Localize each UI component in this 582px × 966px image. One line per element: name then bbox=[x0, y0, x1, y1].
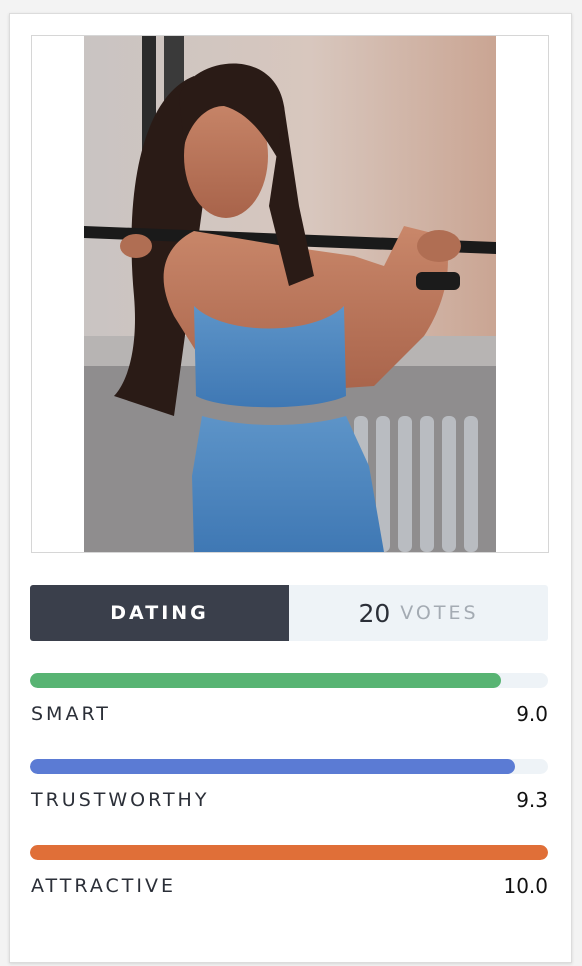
metric-score: 9.0 bbox=[516, 702, 548, 726]
metric-fill-bar bbox=[30, 845, 548, 860]
category-button[interactable]: DATING bbox=[30, 585, 289, 641]
photo-illustration bbox=[84, 36, 496, 552]
profile-photo-frame bbox=[31, 35, 549, 553]
metric-label: ATTRACTIVE bbox=[31, 875, 176, 897]
category-votes-bar: DATING 20 VOTES bbox=[30, 585, 548, 641]
votes-count: 20 bbox=[358, 598, 391, 628]
metric-track bbox=[30, 845, 548, 860]
metric-score: 9.3 bbox=[516, 788, 548, 812]
votes-counter: 20 VOTES bbox=[289, 585, 548, 641]
rating-metrics: SMART 9.0 TRUSTWORTHY 9.3 ATTRACTIVE 10.… bbox=[30, 673, 548, 931]
metric-label: SMART bbox=[31, 703, 111, 725]
profile-photo bbox=[84, 36, 496, 552]
metric-fill-bar bbox=[30, 759, 516, 774]
metric-fill-bar bbox=[30, 673, 502, 688]
metric-trustworthy: TRUSTWORTHY 9.3 bbox=[30, 759, 548, 845]
rating-card: DATING 20 VOTES SMART 9.0 TRUSTWORTHY 9.… bbox=[9, 13, 572, 963]
votes-label: VOTES bbox=[400, 602, 479, 624]
metric-smart: SMART 9.0 bbox=[30, 673, 548, 759]
metric-score: 10.0 bbox=[503, 874, 548, 898]
metric-attractive: ATTRACTIVE 10.0 bbox=[30, 845, 548, 931]
metric-track bbox=[30, 759, 548, 774]
metric-label: TRUSTWORTHY bbox=[31, 789, 210, 811]
metric-track bbox=[30, 673, 548, 688]
